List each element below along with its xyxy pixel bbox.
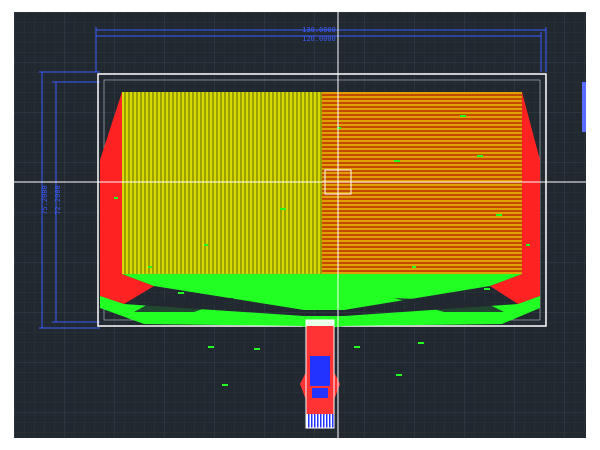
dimension-width-inner-label: 120.0000: [302, 35, 336, 43]
dimension-height-outer-label: 75.2000: [41, 185, 49, 215]
dimension-height-inner-label: 72.2000: [54, 185, 62, 215]
cad-window: 130.0000 120.0000 75.2000 72.2000: [0, 0, 600, 450]
cad-drawing-viewport[interactable]: 130.0000 120.0000 75.2000 72.2000: [14, 12, 586, 438]
trace-area-horizontal: [322, 92, 522, 274]
flex-connector[interactable]: [300, 319, 340, 429]
trace-area-vertical: [122, 92, 322, 274]
dimension-width-outer-label: 130.0000: [302, 26, 336, 34]
cad-drawing-canvas[interactable]: 130.0000 120.0000 75.2000 72.2000: [14, 12, 586, 438]
side-panel-edge: [582, 82, 586, 132]
